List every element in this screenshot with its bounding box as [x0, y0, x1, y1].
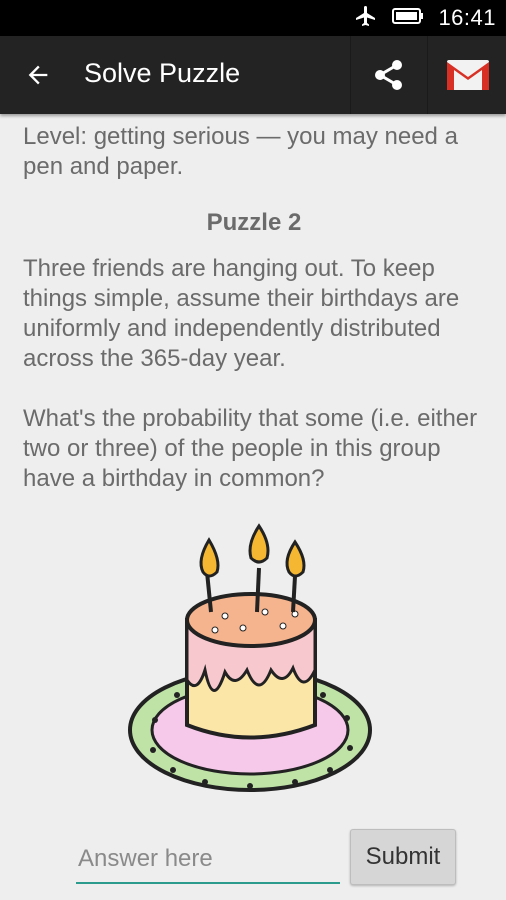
- back-button[interactable]: [18, 55, 58, 95]
- share-icon: [375, 60, 402, 90]
- airplane-mode-icon: [354, 4, 378, 33]
- submit-button[interactable]: Submit: [350, 829, 456, 885]
- answer-input[interactable]: [76, 836, 340, 884]
- arrow-left-icon: [28, 65, 48, 85]
- battery-icon: [392, 7, 424, 30]
- puzzle-title: Puzzle 2: [206, 209, 302, 236]
- puzzle-question: What's the probability that some (i.e. e…: [23, 405, 478, 492]
- level-text: Level: getting serious — you may need a …: [23, 123, 458, 180]
- app-bar: Solve Puzzle: [0, 36, 506, 114]
- status-time: 16:41: [438, 5, 496, 30]
- gmail-button[interactable]: [430, 36, 506, 114]
- puzzle-content: Level: getting serious — you may need a …: [23, 118, 485, 494]
- gmail-icon: [447, 60, 489, 90]
- birthday-cake-illustration: [125, 520, 375, 805]
- page-title: Solve Puzzle: [84, 58, 241, 88]
- share-button[interactable]: [350, 36, 428, 114]
- status-bar: 16:41: [0, 0, 506, 36]
- puzzle-description: Three friends are hanging out. To keep t…: [23, 255, 460, 372]
